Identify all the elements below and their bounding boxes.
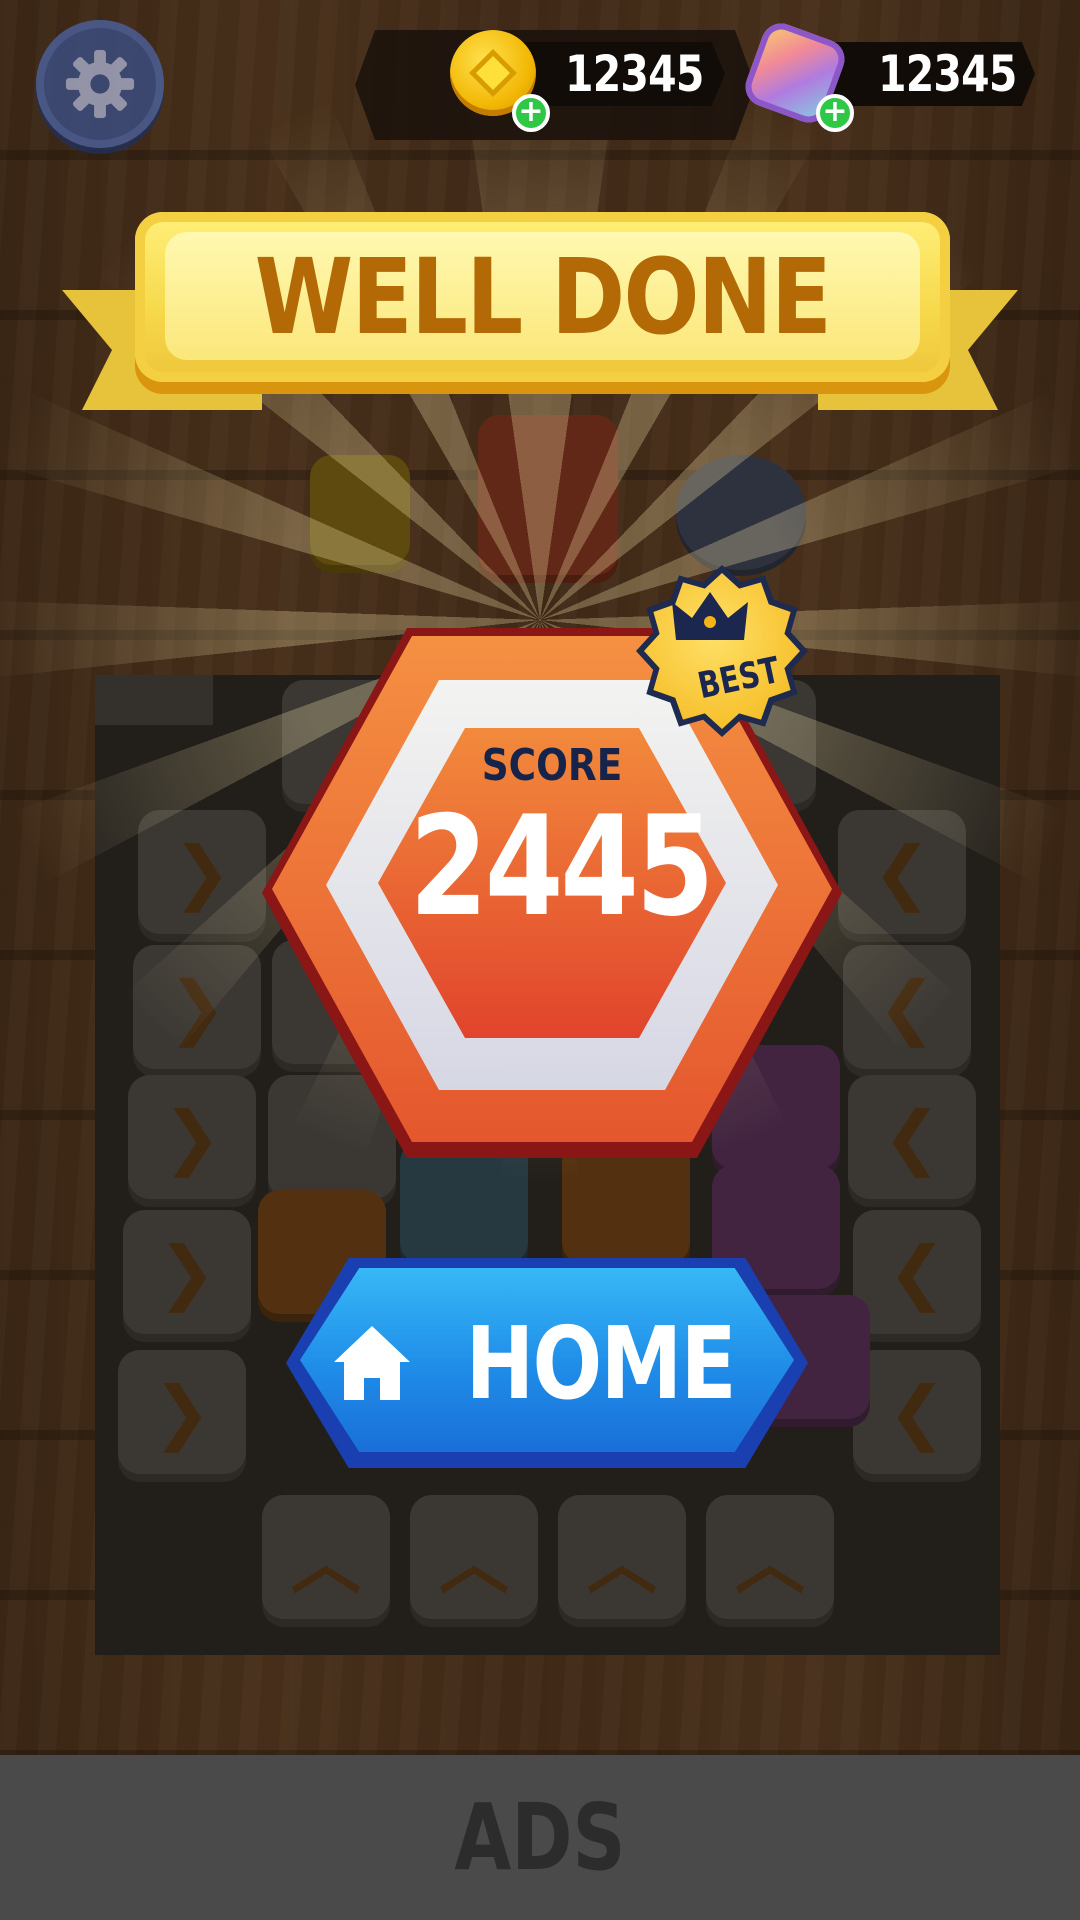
gems-value: 12345 <box>878 45 1017 103</box>
gear-icon <box>65 49 135 119</box>
add-coins-button[interactable]: + <box>512 94 550 132</box>
house-icon <box>333 1326 410 1400</box>
add-gems-button[interactable]: + <box>816 94 854 132</box>
ads-label: ADS <box>454 1784 626 1891</box>
score-value: 2445 <box>409 786 714 947</box>
game-screen: ❯ ❯ ❯ ❯ ❯ ❮ ❮ ❮ ❮ ❮ ︿ ︿ ︿ ︿ <box>0 0 1080 1920</box>
crown-icon <box>672 592 748 640</box>
home-button[interactable]: HOME <box>286 1258 808 1468</box>
plus-icon: + <box>822 94 848 129</box>
banner-title: WELL DONE <box>254 236 832 358</box>
ads-banner[interactable]: ADS <box>0 1755 1080 1920</box>
score-label: SCORE <box>481 740 623 791</box>
coins-value: 12345 <box>565 45 704 103</box>
settings-button[interactable] <box>36 20 164 148</box>
home-button-label: HOME <box>465 1304 736 1422</box>
plus-icon: + <box>518 94 544 129</box>
